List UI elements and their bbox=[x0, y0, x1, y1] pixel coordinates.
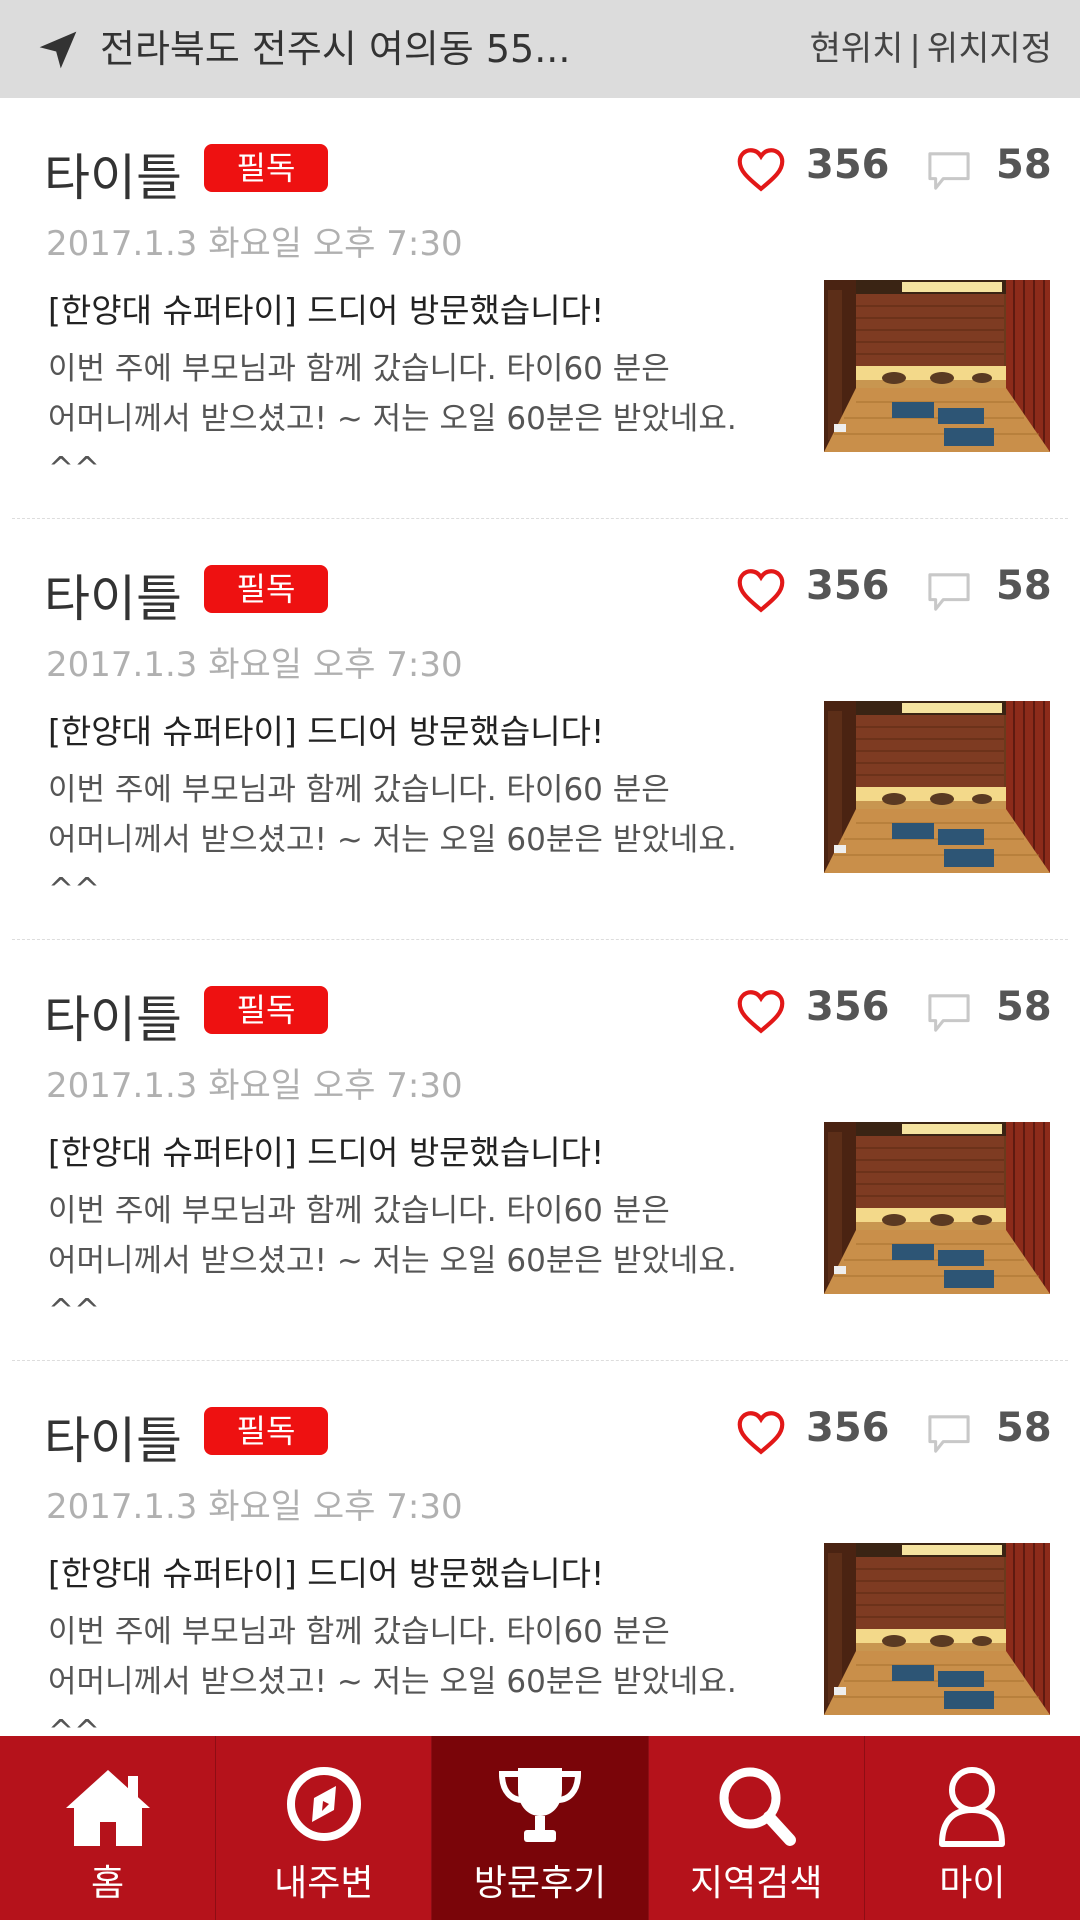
comment-icon[interactable] bbox=[926, 1413, 972, 1455]
post-headline[interactable]: [한양대 슈퍼타이] 드디어 방문했습니다! bbox=[48, 1126, 604, 1174]
review-card[interactable]: 타이틀 필독 356 58 2017.1.3 화요일 오후 7:30 [한양대 … bbox=[0, 1361, 1080, 1782]
review-feed: 타이틀 필독 356 58 2017.1.3 화요일 오후 7:30 [한양대 … bbox=[0, 98, 1080, 1782]
post-thumbnail[interactable] bbox=[824, 1543, 1050, 1715]
location-actions: 현위치 | 위치지정 bbox=[810, 0, 1052, 98]
review-card[interactable]: 타이틀 필독 356 58 2017.1.3 화요일 오후 7:30 [한양대 … bbox=[0, 940, 1080, 1361]
post-date: 2017.1.3 화요일 오후 7:30 bbox=[46, 645, 463, 685]
like-count: 356 bbox=[806, 563, 890, 609]
post-thumbnail[interactable] bbox=[824, 701, 1050, 873]
post-excerpt-line: 어머니께서 받으셨고! ~ 저는 오일 60분은 받았네요. ^^ bbox=[48, 1243, 737, 1329]
location-bar: 전라북도 전주시 여의동 55... 현위치 | 위치지정 bbox=[0, 0, 1080, 98]
post-title: 타이틀 bbox=[44, 991, 182, 1049]
post-excerpt-line: 이번 주에 부모님과 함께 갔습니다. 타이60 분은 bbox=[48, 772, 670, 808]
post-excerpt-line: 이번 주에 부모님과 함께 갔습니다. 타이60 분은 bbox=[48, 1614, 670, 1650]
current-location-link[interactable]: 현위치 bbox=[810, 29, 904, 69]
nav-item-region-search[interactable]: 지역검색 bbox=[647, 1736, 864, 1920]
must-read-badge: 필독 bbox=[204, 986, 328, 1034]
search-icon bbox=[719, 1767, 797, 1846]
nav-item-my[interactable]: 마이 bbox=[863, 1736, 1080, 1920]
post-date: 2017.1.3 화요일 오후 7:30 bbox=[46, 1487, 463, 1527]
post-headline[interactable]: [한양대 슈퍼타이] 드디어 방문했습니다! bbox=[48, 1547, 604, 1595]
heart-icon[interactable] bbox=[736, 146, 786, 192]
post-excerpt-line: 어머니께서 받으셨고! ~ 저는 오일 60분은 받았네요. ^^ bbox=[48, 822, 737, 908]
nav-item-home[interactable]: 홈 bbox=[0, 1736, 215, 1920]
must-read-badge: 필독 bbox=[204, 144, 328, 192]
like-count: 356 bbox=[806, 984, 890, 1030]
post-excerpt-line: 이번 주에 부모님과 함께 갔습니다. 타이60 분은 bbox=[48, 351, 670, 387]
comment-count: 58 bbox=[996, 563, 1052, 609]
user-icon bbox=[939, 1767, 1006, 1847]
post-excerpt-line: 어머니께서 받으셨고! ~ 저는 오일 60분은 받았네요. ^^ bbox=[48, 401, 737, 487]
comment-icon[interactable] bbox=[926, 150, 972, 192]
bottom-nav: 홈 내주변 방문후기 지역검색 마이 bbox=[0, 1736, 1080, 1920]
post-excerpt-line: 이번 주에 부모님과 함께 갔습니다. 타이60 분은 bbox=[48, 1193, 670, 1229]
post-date: 2017.1.3 화요일 오후 7:30 bbox=[46, 1066, 463, 1106]
comment-icon[interactable] bbox=[926, 571, 972, 613]
nav-label: 방문후기 bbox=[473, 1863, 607, 1904]
must-read-badge: 필독 bbox=[204, 565, 328, 613]
like-count: 356 bbox=[806, 142, 890, 188]
location-separator: | bbox=[909, 29, 921, 69]
post-date: 2017.1.3 화요일 오후 7:30 bbox=[46, 224, 463, 264]
set-location-link[interactable]: 위치지정 bbox=[927, 29, 1052, 69]
comment-count: 58 bbox=[996, 142, 1052, 188]
review-card[interactable]: 타이틀 필독 356 58 2017.1.3 화요일 오후 7:30 [한양대 … bbox=[0, 98, 1080, 519]
nav-label: 지역검색 bbox=[689, 1863, 823, 1904]
nav-label: 홈 bbox=[91, 1863, 125, 1904]
current-address: 전라북도 전주시 여의동 55... bbox=[100, 27, 571, 71]
compass-icon bbox=[286, 1767, 361, 1841]
nav-item-reviews[interactable]: 방문후기 bbox=[431, 1736, 648, 1920]
post-excerpt: 이번 주에 부모님과 함께 갔습니다. 타이60 분은 어머니께서 받으셨고! … bbox=[48, 765, 788, 915]
post-title: 타이틀 bbox=[44, 570, 182, 628]
heart-icon[interactable] bbox=[736, 567, 786, 613]
nav-label: 내주변 bbox=[274, 1863, 374, 1904]
post-thumbnail[interactable] bbox=[824, 1122, 1050, 1294]
home-icon bbox=[65, 1770, 150, 1846]
post-headline[interactable]: [한양대 슈퍼타이] 드디어 방문했습니다! bbox=[48, 284, 604, 332]
heart-icon[interactable] bbox=[736, 988, 786, 1034]
must-read-badge: 필독 bbox=[204, 1407, 328, 1455]
trophy-icon bbox=[498, 1768, 582, 1842]
review-card[interactable]: 타이틀 필독 356 58 2017.1.3 화요일 오후 7:30 [한양대 … bbox=[0, 519, 1080, 940]
comment-count: 58 bbox=[996, 984, 1052, 1030]
post-excerpt: 이번 주에 부모님과 함께 갔습니다. 타이60 분은 어머니께서 받으셨고! … bbox=[48, 344, 788, 494]
nav-item-nearby[interactable]: 내주변 bbox=[215, 1736, 431, 1920]
post-thumbnail[interactable] bbox=[824, 280, 1050, 452]
comment-icon[interactable] bbox=[926, 992, 972, 1034]
like-count: 356 bbox=[806, 1405, 890, 1451]
heart-icon[interactable] bbox=[736, 1409, 786, 1455]
nav-label: 마이 bbox=[939, 1863, 1006, 1904]
post-excerpt: 이번 주에 부모님과 함께 갔습니다. 타이60 분은 어머니께서 받으셨고! … bbox=[48, 1607, 788, 1757]
post-title: 타이틀 bbox=[44, 149, 182, 207]
location-arrow-icon[interactable] bbox=[36, 28, 80, 72]
post-headline[interactable]: [한양대 슈퍼타이] 드디어 방문했습니다! bbox=[48, 705, 604, 753]
comment-count: 58 bbox=[996, 1405, 1052, 1451]
post-title: 타이틀 bbox=[44, 1412, 182, 1470]
post-excerpt: 이번 주에 부모님과 함께 갔습니다. 타이60 분은 어머니께서 받으셨고! … bbox=[48, 1186, 788, 1336]
